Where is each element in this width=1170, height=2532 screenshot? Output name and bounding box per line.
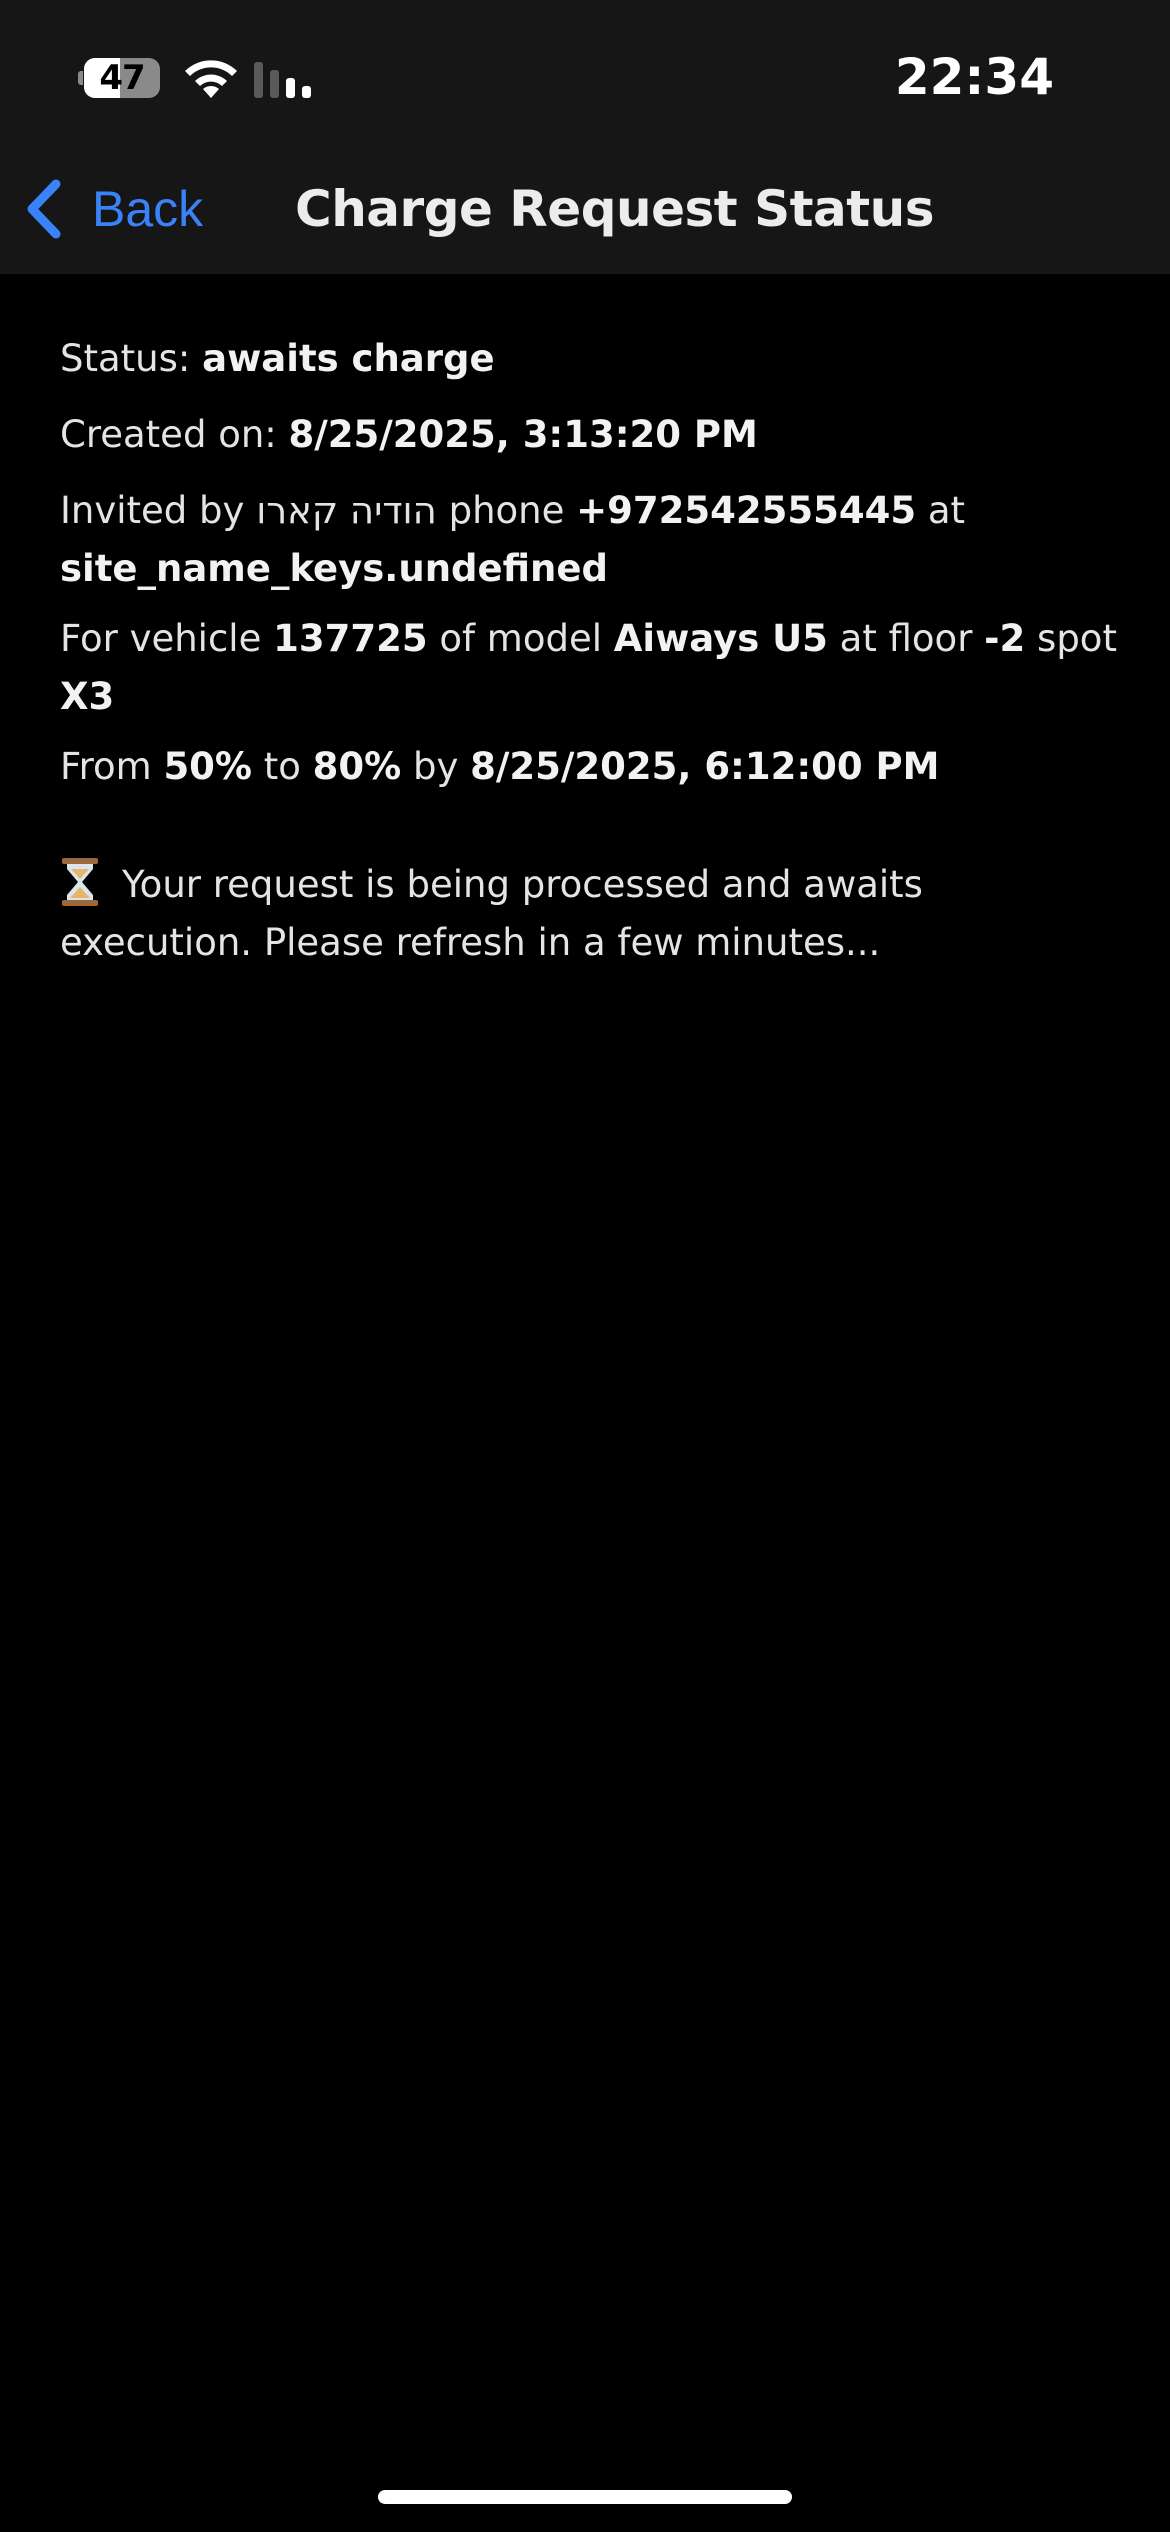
- inviter-phone: +972542555445: [576, 489, 917, 532]
- deadline-value: 8/25/2025, 6:12:00 PM: [470, 745, 940, 788]
- vehicle-model: Aiways U5: [613, 617, 828, 660]
- status-bar: 47 22:34: [0, 0, 1170, 150]
- from-percent: 50%: [163, 745, 252, 788]
- processing-message: Your request is being processed and awai…: [60, 856, 1120, 972]
- created-row: Created on: 8/25/2025, 3:13:20 PM: [60, 406, 1120, 464]
- spot-label: spot: [1025, 617, 1117, 660]
- back-label: Back: [92, 181, 204, 237]
- chevron-left-icon: [27, 179, 61, 239]
- page-title: Charge Request Status: [295, 180, 935, 238]
- vehicle-label: For vehicle: [60, 617, 274, 660]
- processing-text: Your request is being processed and awai…: [60, 863, 923, 964]
- from-label: From: [60, 745, 164, 788]
- status-row: Status: awaits charge: [60, 330, 1120, 388]
- request-details: Status: awaits charge Created on: 8/25/2…: [60, 330, 1120, 990]
- wifi-icon: [185, 60, 237, 98]
- site-label: at: [916, 489, 966, 532]
- hourglass-icon: [62, 858, 98, 906]
- vehicle-row: For vehicle 137725 of model Aiways U5 at…: [60, 610, 1120, 726]
- by-label: by: [401, 745, 471, 788]
- to-label: to: [252, 745, 313, 788]
- vehicle-id: 137725: [273, 617, 428, 660]
- navigation-bar: Back Charge Request Status: [0, 150, 1170, 274]
- battery-level: 47: [99, 58, 145, 98]
- screen: 47 22:34 Back Charge Request Status Stat…: [0, 0, 1170, 2532]
- charge-range-row: From 50% to 80% by 8/25/2025, 6:12:00 PM: [60, 738, 1120, 796]
- battery-icon: 47: [78, 58, 162, 98]
- status-value: awaits charge: [202, 337, 495, 380]
- created-label: Created on:: [60, 413, 289, 456]
- phone-label: phone: [436, 489, 577, 532]
- invited-row: Invited by הודיה קארו phone +97254255544…: [60, 482, 1120, 598]
- status-label: Status:: [60, 337, 203, 380]
- back-button[interactable]: Back: [24, 172, 203, 246]
- cellular-signal-icon: [254, 62, 311, 98]
- spot-value: X3: [60, 675, 115, 718]
- floor-value: -2: [984, 617, 1026, 660]
- header-area: 47 22:34 Back Charge Request Status: [0, 0, 1170, 274]
- to-percent: 80%: [312, 745, 402, 788]
- model-label: of model: [427, 617, 614, 660]
- status-time: 22:34: [894, 48, 1054, 106]
- home-indicator[interactable]: [378, 2490, 792, 2504]
- invited-label: Invited by: [60, 489, 257, 532]
- floor-label: at floor: [827, 617, 985, 660]
- created-value: 8/25/2025, 3:13:20 PM: [288, 413, 758, 456]
- inviter-name: הודיה קארו: [256, 489, 437, 532]
- site-name: site_name_keys.undefined: [60, 547, 608, 590]
